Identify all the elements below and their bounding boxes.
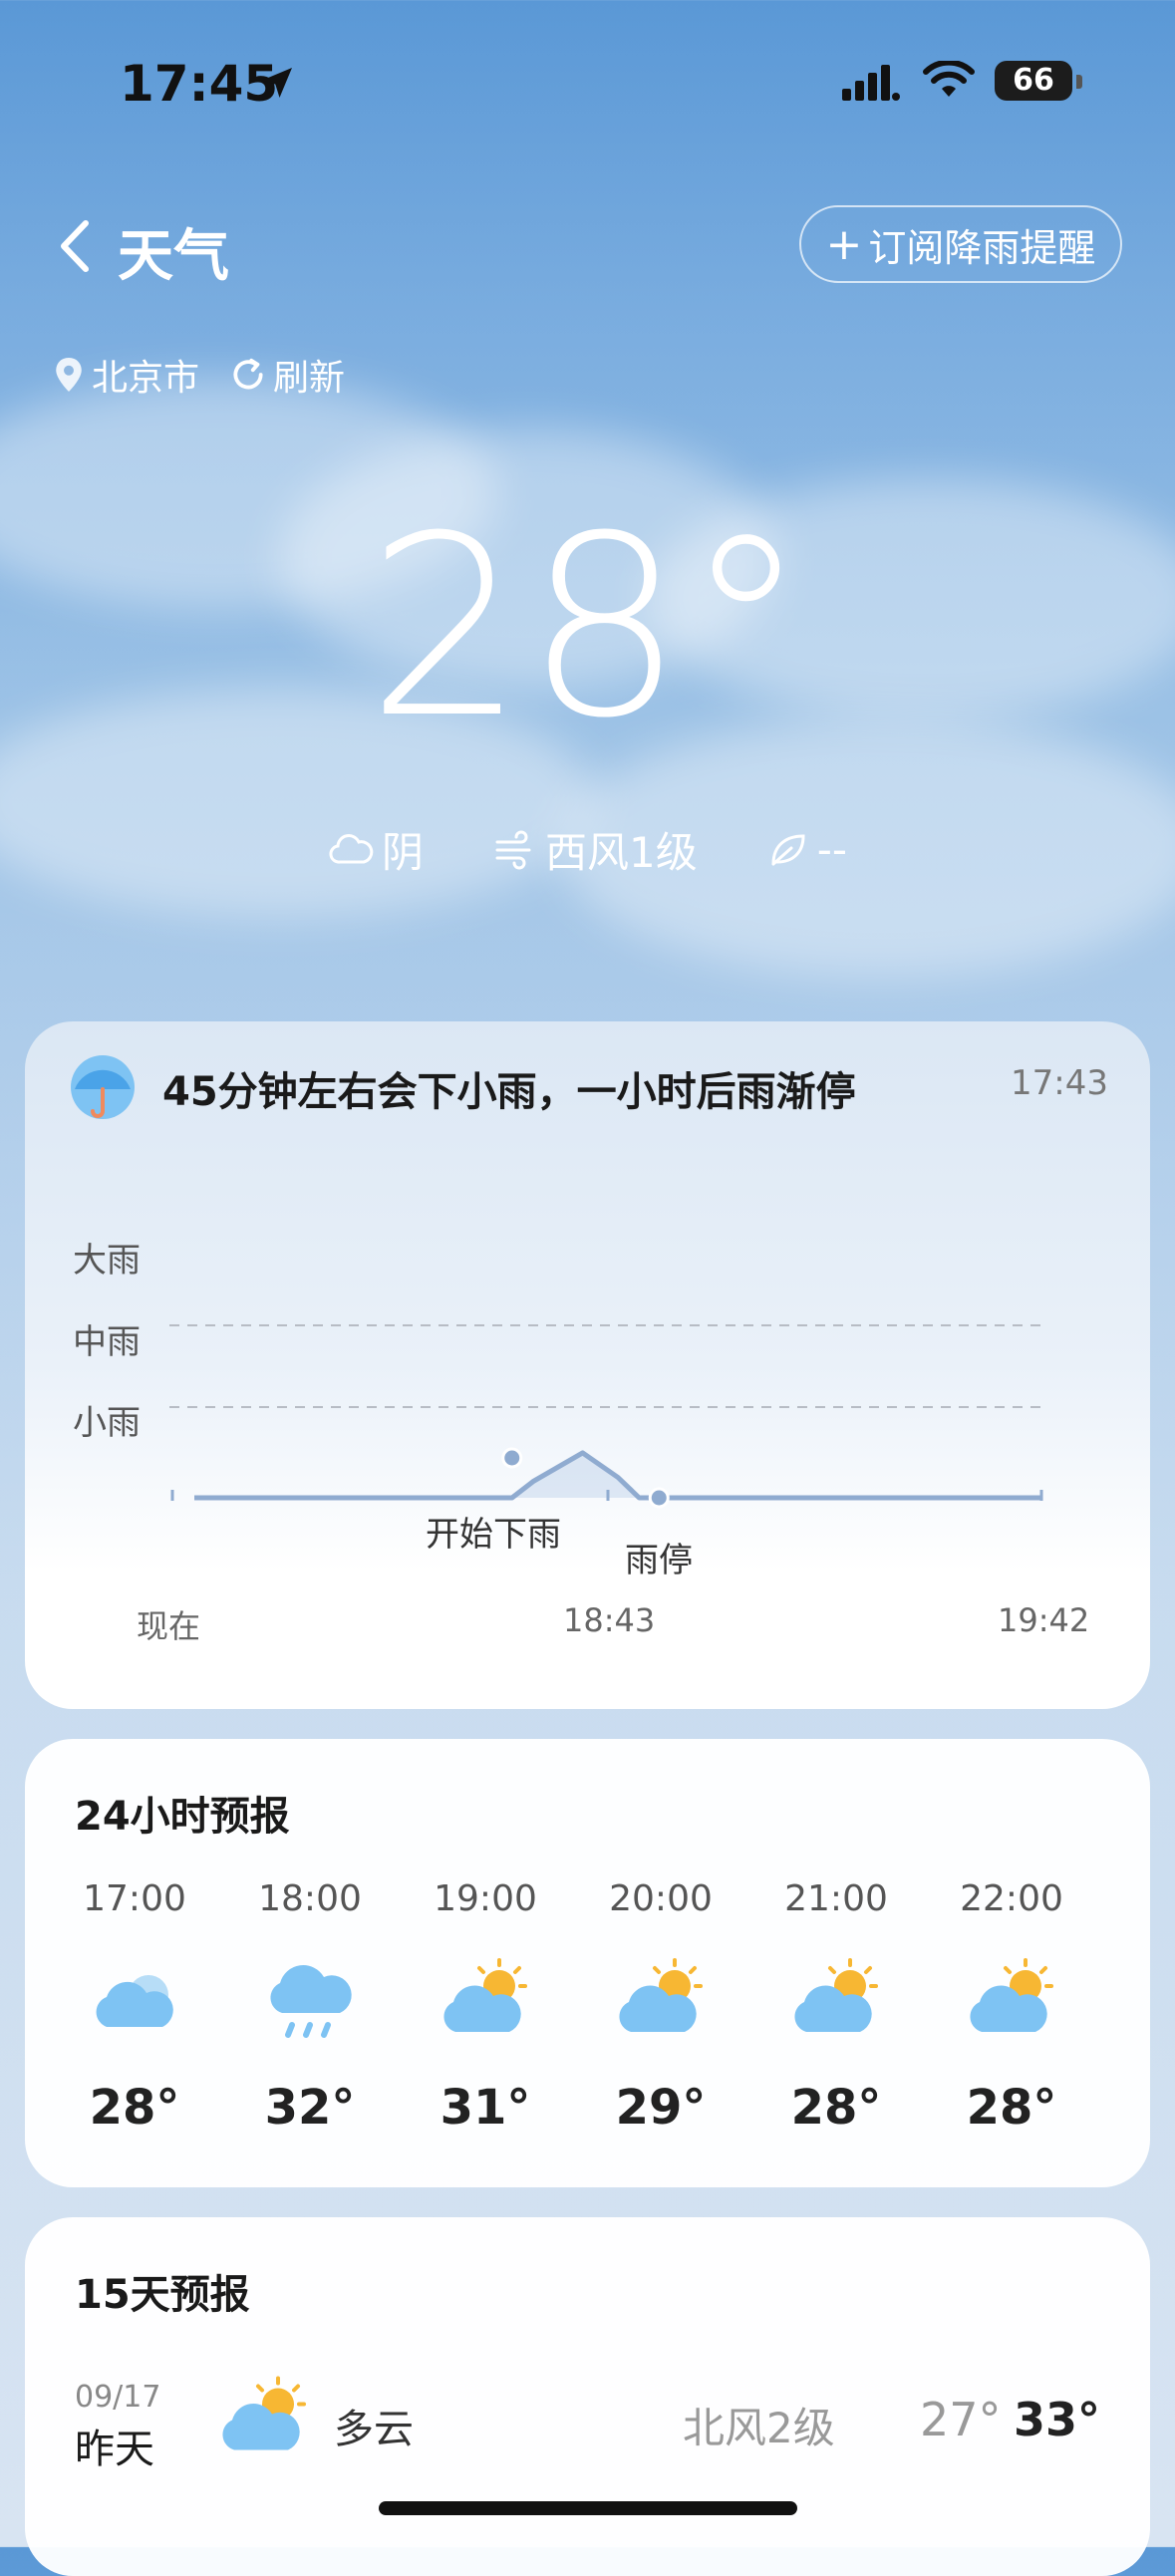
day-name: 昨天 bbox=[75, 2427, 154, 2472]
x-label-mid: 18:43 bbox=[563, 1601, 656, 1639]
cloudy-icon bbox=[96, 1975, 173, 2027]
home-indicator[interactable] bbox=[379, 2501, 797, 2515]
rain-stop-point bbox=[648, 1487, 670, 1509]
hourly-item[interactable]: 18:00 32° bbox=[222, 1878, 398, 2136]
signal-icon bbox=[842, 65, 900, 101]
location-row: 北京市 刷新 bbox=[52, 349, 345, 401]
city-name[interactable]: 北京市 bbox=[92, 349, 199, 401]
wifi-icon bbox=[923, 61, 975, 97]
hourly-forecast-card[interactable]: 24小时预报 17:00 28° 18:00 32° 19:00 31° 20:… bbox=[25, 1739, 1150, 2187]
hourly-list: 17:00 28° 18:00 32° 19:00 31° 20:00 29° … bbox=[47, 1878, 1128, 2136]
daily-title: 15天预报 bbox=[75, 2272, 250, 2318]
chevron-left-icon[interactable] bbox=[50, 211, 100, 281]
leaf-icon bbox=[771, 833, 805, 865]
hourly-item[interactable]: 19:00 31° bbox=[398, 1878, 573, 2136]
current-temperature: 28° bbox=[366, 482, 809, 772]
hour-temp: 28° bbox=[89, 2080, 180, 2136]
condition-text: 阴 bbox=[381, 828, 424, 877]
subscribe-label: 订阅降雨提醒 bbox=[868, 225, 1096, 270]
hour-temp: 28° bbox=[790, 2080, 882, 2136]
battery-indicator: 66 bbox=[995, 61, 1072, 101]
day-date: 09/17 bbox=[75, 2380, 161, 2415]
hour-time: 22:00 bbox=[960, 1878, 1063, 1919]
hourly-title: 24小时预报 bbox=[75, 1794, 290, 1840]
air-quality-item: -- bbox=[767, 819, 847, 880]
hour-temp: 29° bbox=[615, 2080, 707, 2136]
cloud-outline-icon bbox=[329, 833, 374, 864]
x-label-now: 现在 bbox=[137, 1607, 201, 1645]
partly-cloudy-icon bbox=[794, 1958, 878, 2032]
plus-icon: + bbox=[825, 218, 863, 270]
refresh-label[interactable]: 刷新 bbox=[273, 349, 345, 401]
day-low-temp: 27° bbox=[920, 2393, 1002, 2446]
hourly-item[interactable]: 21:00 28° bbox=[748, 1878, 924, 2136]
rain-forecast-card[interactable]: 45分钟左右会下小雨，一小时后雨渐停 17:43 大雨 中雨 小雨 开始下雨 雨… bbox=[25, 1021, 1150, 1709]
hour-time: 19:00 bbox=[434, 1878, 537, 1919]
partly-cloudy-icon bbox=[222, 2376, 306, 2450]
status-bar: 17:45 66 bbox=[0, 55, 1175, 115]
hour-temp: 31° bbox=[440, 2080, 531, 2136]
air-quality-text: -- bbox=[816, 825, 848, 874]
hourly-item[interactable]: 22:00 28° bbox=[924, 1878, 1099, 2136]
day-high-temp: 33° bbox=[1014, 2393, 1101, 2446]
x-label-end: 19:42 bbox=[998, 1601, 1090, 1639]
location-arrow-icon bbox=[262, 68, 292, 98]
hourly-item[interactable]: 17:00 28° bbox=[47, 1878, 222, 2136]
condition-item: 阴 bbox=[328, 819, 424, 880]
rain-icon bbox=[270, 1965, 352, 2038]
hour-temp: 32° bbox=[264, 2080, 356, 2136]
location-pin-icon bbox=[56, 358, 82, 392]
conditions-row: 阴 西风1级 -- bbox=[0, 819, 1175, 880]
wind-item: 西风1级 bbox=[493, 819, 698, 880]
rain-start-label: 开始下雨 bbox=[426, 1515, 561, 1555]
battery-tip bbox=[1076, 75, 1082, 89]
status-time: 17:45 bbox=[120, 55, 279, 113]
daily-forecast-card[interactable]: 15天预报 09/17 昨天 多云 北风2级 27° 33° bbox=[25, 2217, 1150, 2576]
hour-time: 21:00 bbox=[784, 1878, 888, 1919]
refresh-icon[interactable] bbox=[229, 356, 267, 394]
wind-icon bbox=[495, 830, 531, 869]
hourly-item[interactable]: 20:00 29° bbox=[573, 1878, 748, 2136]
page-title: 天气 bbox=[118, 224, 229, 289]
hour-time: 18:00 bbox=[258, 1878, 362, 1919]
rain-stop-label: 雨停 bbox=[625, 1541, 693, 1580]
hour-temp: 28° bbox=[966, 2080, 1057, 2136]
day-condition: 多云 bbox=[334, 2407, 414, 2452]
hour-time: 20:00 bbox=[609, 1878, 713, 1919]
partly-cloudy-icon bbox=[619, 1958, 703, 2032]
rain-start-point bbox=[501, 1447, 523, 1469]
subscribe-rain-alert-button[interactable]: + 订阅降雨提醒 bbox=[799, 205, 1122, 283]
day-wind: 北风2级 bbox=[683, 2404, 835, 2452]
wind-text: 西风1级 bbox=[544, 828, 698, 877]
partly-cloudy-icon bbox=[443, 1958, 527, 2032]
partly-cloudy-icon bbox=[970, 1958, 1053, 2032]
hour-time: 17:00 bbox=[83, 1878, 186, 1919]
